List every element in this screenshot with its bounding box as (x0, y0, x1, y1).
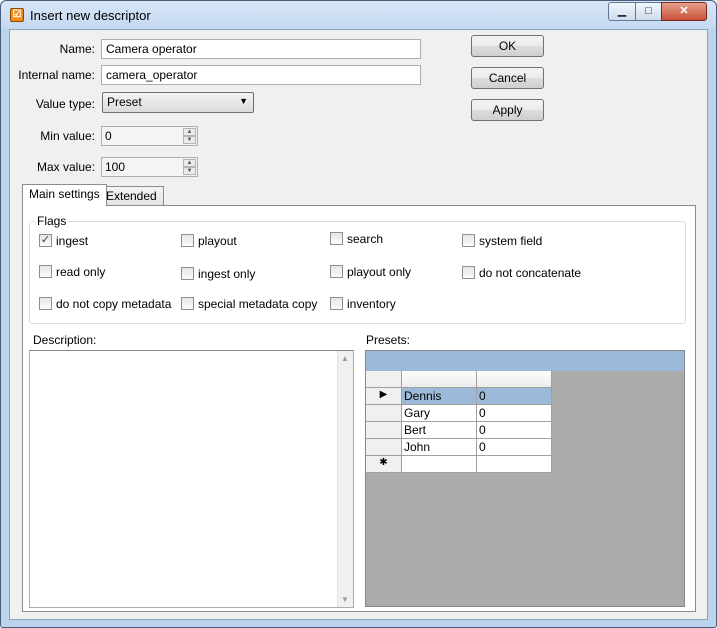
name-input[interactable]: Camera operator (101, 39, 421, 59)
checkbox-label: ingest (56, 234, 89, 248)
dropdown-arrow-icon: ▼ (239, 96, 248, 106)
spin-up-icon[interactable]: ▲ (183, 159, 196, 167)
grid-new-cell[interactable] (402, 456, 477, 473)
presets-grid[interactable]: ▶ Dennis 0 Gary 0 Bert 0 John 0 ✱ (365, 350, 685, 607)
apply-button[interactable]: Apply (471, 99, 544, 121)
grid-new-cell[interactable] (477, 456, 552, 473)
current-row-icon[interactable]: ▶ (366, 388, 402, 405)
window-title: Insert new descriptor (30, 8, 151, 23)
min-value-text: 0 (105, 129, 112, 143)
description-label: Description: (33, 333, 97, 347)
checkbox-box (330, 297, 343, 311)
tab-extended[interactable]: Extended (99, 186, 164, 206)
grid-caption-bar (366, 351, 684, 371)
checkbox-label: do not concatenate (479, 266, 582, 280)
checkbox-label: special metadata copy (198, 297, 318, 311)
scroll-up-icon[interactable]: ▲ (341, 354, 349, 363)
checkbox-special-metadata-copy[interactable]: special metadata copy (181, 297, 317, 311)
spin-down-icon[interactable]: ▼ (183, 136, 196, 144)
checkbox-label: read only (56, 265, 106, 279)
checkbox-box (330, 265, 343, 279)
checkbox-do-not-concatenate[interactable]: do not concatenate (462, 266, 581, 280)
checkbox-label: playout (198, 234, 237, 248)
scroll-down-icon[interactable]: ▼ (341, 595, 349, 604)
checkbox-box (39, 297, 52, 311)
grid-row-header[interactable] (366, 439, 402, 456)
checkbox-label: system field (479, 234, 543, 248)
checkbox-system-field[interactable]: system field (462, 234, 542, 248)
presets-label: Presets: (366, 333, 411, 347)
checkbox-box (39, 265, 52, 279)
checkbox-box (181, 267, 194, 281)
spin-down-icon[interactable]: ▼ (183, 167, 196, 175)
grid-cell[interactable]: John (402, 439, 477, 456)
checkbox-box (462, 266, 475, 280)
checkbox-label: inventory (347, 297, 396, 311)
grid-cell[interactable]: Bert (402, 422, 477, 439)
min-value-spinner[interactable]: 0 ▲ ▼ (101, 126, 198, 146)
internal-name-label: Internal name: (18, 68, 95, 82)
checkbox-playout-only[interactable]: playout only (330, 265, 411, 279)
grid-cell[interactable]: 0 (477, 439, 552, 456)
ok-button[interactable]: OK (471, 35, 544, 57)
max-value-spinner[interactable]: 100 ▲ ▼ (101, 157, 198, 177)
title-bar: ☑ Insert new descriptor ▁ □ ✕ (1, 1, 716, 29)
checkbox-label: ingest only (198, 267, 256, 281)
checkbox-ingest-only[interactable]: ingest only (181, 267, 255, 281)
new-row-icon[interactable]: ✱ (366, 456, 402, 473)
checkbox-read-only[interactable]: read only (39, 265, 105, 279)
spin-up-icon[interactable]: ▲ (183, 128, 196, 136)
name-label: Name: (59, 42, 95, 56)
value-type-selected: Preset (107, 95, 142, 109)
value-type-label: Value type: (35, 97, 95, 111)
checkbox-label: do not copy metadata (56, 297, 172, 311)
minimize-button[interactable]: ▁ (608, 2, 636, 21)
checkbox-inventory[interactable]: inventory (330, 297, 396, 311)
grid-column-header[interactable] (477, 371, 552, 388)
description-scrollbar[interactable]: ▲ ▼ (337, 351, 353, 607)
min-value-label: Min value: (40, 129, 95, 143)
grid-cell[interactable]: Gary (402, 405, 477, 422)
app-icon: ☑ (10, 8, 24, 22)
flags-group: Flags ✓ ingest playout search system fiel… (29, 214, 686, 324)
grid-cell[interactable]: 0 (477, 388, 552, 405)
close-button[interactable]: ✕ (661, 2, 707, 21)
checkbox-ingest[interactable]: ✓ ingest (39, 234, 88, 248)
checkbox-box (462, 234, 475, 248)
grid-row-header[interactable] (366, 422, 402, 439)
max-value-label: Max value: (36, 160, 95, 174)
grid-corner-header[interactable] (366, 371, 402, 388)
tab-main-settings[interactable]: Main settings (22, 184, 107, 206)
checkbox-playout[interactable]: playout (181, 234, 237, 248)
grid-row-header[interactable] (366, 405, 402, 422)
flags-group-title: Flags (35, 214, 69, 228)
dialog-window: ☑ Insert new descriptor ▁ □ ✕ Name: Came… (0, 0, 717, 628)
checkbox-box (330, 232, 343, 246)
checkbox-box (181, 297, 194, 311)
checkbox-label: playout only (347, 265, 412, 279)
value-type-select[interactable]: Preset ▼ (102, 92, 254, 113)
grid-cell[interactable]: Dennis (402, 388, 477, 405)
grid-cell[interactable]: 0 (477, 422, 552, 439)
description-textarea[interactable]: ▲ ▼ (29, 350, 354, 608)
dialog-client-area: Name: Camera operator Internal name: cam… (9, 29, 708, 620)
checkbox-box (181, 234, 194, 248)
checkbox-label: search (347, 232, 384, 246)
grid-column-header[interactable] (402, 371, 477, 388)
grid-cell[interactable]: 0 (477, 405, 552, 422)
maximize-button[interactable]: □ (635, 2, 662, 21)
internal-name-input[interactable]: camera_operator (101, 65, 421, 85)
checkbox-search[interactable]: search (330, 232, 383, 246)
main-settings-panel: Flags ✓ ingest playout search system fiel… (22, 205, 696, 612)
checkmark-icon: ✓ (39, 234, 52, 248)
checkbox-do-not-copy-metadata[interactable]: do not copy metadata (39, 297, 171, 311)
cancel-button[interactable]: Cancel (471, 67, 544, 89)
max-value-text: 100 (105, 160, 126, 174)
